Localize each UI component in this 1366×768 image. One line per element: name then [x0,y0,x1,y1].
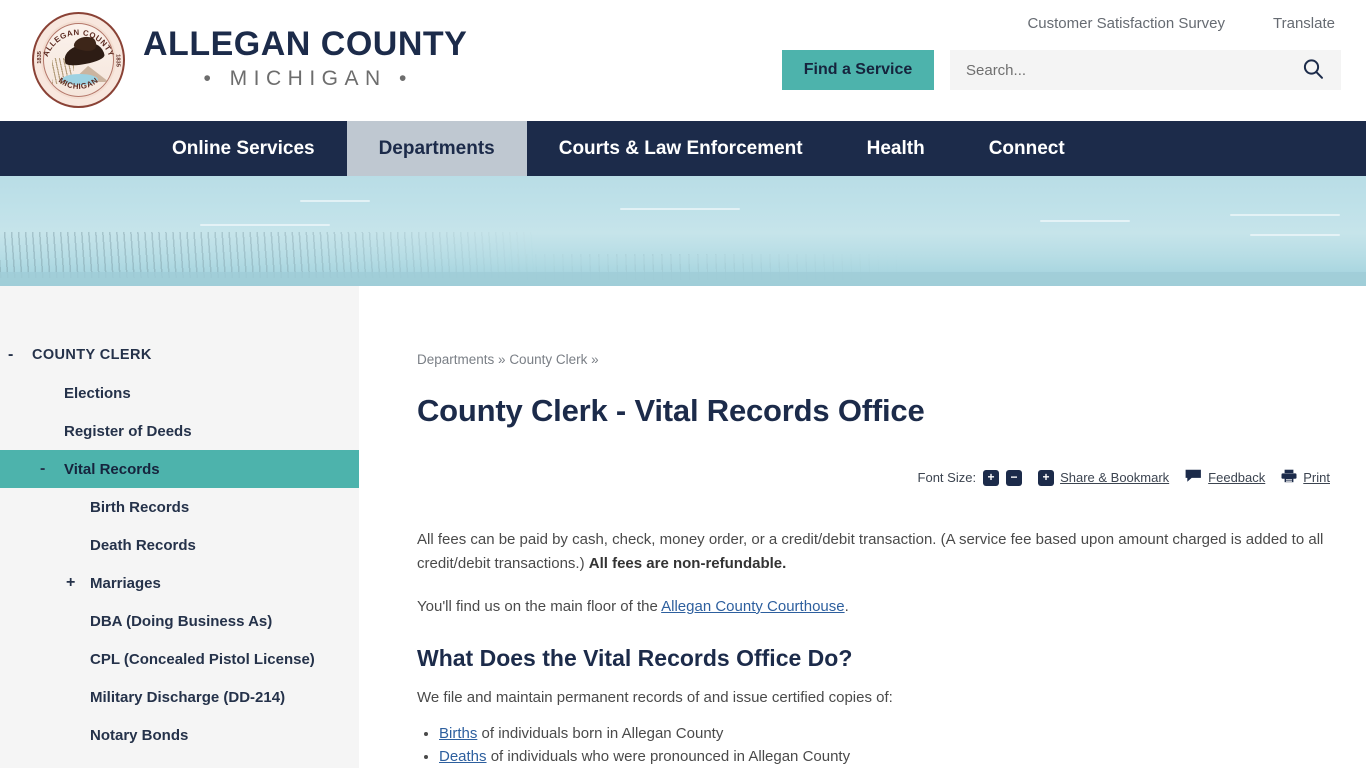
sidebar-item-marriages[interactable]: + Marriages [0,564,359,602]
header-right-cluster: Customer Satisfaction Survey Translate F… [766,0,1366,90]
collapse-toggle-icon[interactable]: - [40,460,64,478]
share-and-bookmark-button[interactable]: + Share & Bookmark [1038,469,1170,486]
section-intro-paragraph: We file and maintain permanent records o… [417,689,893,707]
records-list: Births of individuals born in Allegan Co… [439,723,1330,768]
section-heading-what-does-office-do: What Does the Vital Records Office Do? [417,645,853,672]
search-box[interactable] [950,50,1341,90]
font-size-label: Font Size: [917,470,977,485]
main-navigation: Online Services Departments Courts & Law… [0,121,1366,176]
list-item: Deaths of individuals who were pronounce… [439,746,1330,768]
share-and-bookmark-label: Share & Bookmark [1060,470,1170,485]
sidebar-item-label: Notary Bonds [90,726,189,744]
nav-item-departments[interactable]: Departments [346,121,527,176]
sidebar-item-register-of-deeds[interactable]: Register of Deeds [0,412,359,450]
feedback-button[interactable]: Feedback [1185,469,1265,486]
allegan-county-courthouse-link[interactable]: Allegan County Courthouse [661,598,844,615]
sidebar-item-label: CPL (Concealed Pistol License) [90,650,315,668]
breadcrumb-separator-1: » [494,352,510,367]
brand-lockup[interactable]: ALLEGAN COUNTY MICHIGAN 1835 1835 ALLEGA… [0,0,467,108]
sidebar-item-vital-records[interactable]: - Vital Records [0,450,359,488]
main-content: Departments » County Clerk » County Cler… [359,286,1366,768]
hero-banner-image [0,176,1366,286]
deaths-link[interactable]: Deaths [439,748,487,765]
brand-subtitle: • MICHIGAN • [203,66,413,90]
nav-item-online-services[interactable]: Online Services [140,121,347,176]
sidebar-item-county-clerk[interactable]: - COUNTY CLERK [0,336,359,374]
nav-item-health[interactable]: Health [835,121,957,176]
printer-icon [1281,469,1297,486]
location-text-after: . [844,597,849,615]
sidebar-item-label: Marriages [90,574,161,592]
sidebar-item-elections[interactable]: Elections [0,374,359,412]
feedback-label: Feedback [1208,470,1266,485]
brand-text: ALLEGAN COUNTY • MICHIGAN • [143,25,467,94]
font-size-increase-button[interactable]: + [983,469,1000,486]
sidebar-item-death-records[interactable]: Death Records [0,526,359,564]
sidebar-item-label: Death Records [90,536,196,554]
sidebar-item-military-discharge[interactable]: Military Discharge (DD-214) [0,678,359,716]
breadcrumb: Departments » County Clerk » [417,352,1330,367]
expand-toggle-icon[interactable]: + [66,574,90,592]
sidebar-item-label: Birth Records [90,498,190,516]
breadcrumb-county-clerk[interactable]: County Clerk [509,352,587,367]
font-size-control: Font Size: + − [917,469,1023,486]
customer-satisfaction-survey-link[interactable]: Customer Satisfaction Survey [1027,15,1225,32]
sidebar-item-label: Elections [64,384,131,402]
county-seal-logo: ALLEGAN COUNTY MICHIGAN 1835 1835 [32,12,125,108]
breadcrumb-departments[interactable]: Departments [417,352,494,367]
collapse-toggle-icon[interactable]: - [8,346,32,364]
brand-title: ALLEGAN COUNTY [143,25,468,64]
page-title: County Clerk - Vital Records Office [417,393,925,428]
list-item-text: of individuals who were pronounced in Al… [486,747,851,765]
sidebar-item-label: Vital Records [64,460,160,478]
font-size-decrease-button[interactable]: − [1006,469,1023,486]
nav-item-courts-law-enforcement[interactable]: Courts & Law Enforcement [527,121,835,176]
plus-icon: + [1038,469,1055,486]
fees-paragraph: All fees can be paid by cash, check, mon… [417,528,1330,577]
sidebar-item-notary-bonds[interactable]: Notary Bonds [0,716,359,754]
print-label: Print [1303,470,1330,485]
fees-text: All fees can be paid by cash, check, mon… [417,531,1324,573]
breadcrumb-separator-2: » [587,352,599,367]
list-item: Births of individuals born in Allegan Co… [439,723,1330,745]
search-row: Find a Service [766,50,1341,90]
search-input[interactable] [966,61,1299,79]
utility-links: Customer Satisfaction Survey Translate [766,0,1341,32]
print-button[interactable]: Print [1281,469,1330,486]
location-text-before: You'll find us on the main floor of the [417,597,662,615]
seal-year-right: 1835 [114,54,120,68]
sidebar-item-label: COUNTY CLERK [32,347,152,363]
sidebar-item-label: Register of Deeds [64,422,192,440]
sidebar-item-birth-records[interactable]: Birth Records [0,488,359,526]
page-body: - COUNTY CLERK Elections Register of Dee… [0,286,1366,768]
translate-link[interactable]: Translate [1273,15,1335,32]
banner-shoreline [0,272,1366,286]
page-tools-toolbar: Font Size: + − + Share & Bookmark Feedba… [417,469,1330,486]
sidebar-item-cpl[interactable]: CPL (Concealed Pistol License) [0,640,359,678]
nav-item-connect[interactable]: Connect [957,121,1097,176]
site-header: ALLEGAN COUNTY MICHIGAN 1835 1835 ALLEGA… [0,0,1366,121]
search-submit-button[interactable] [1299,57,1327,84]
section-sidebar-navigation: - COUNTY CLERK Elections Register of Dee… [0,286,359,768]
list-item-text: of individuals born in Allegan County [477,724,724,742]
sidebar-item-label: DBA (Doing Business As) [90,612,273,630]
speech-bubble-icon [1185,469,1202,486]
location-paragraph: You'll find us on the main floor of the … [417,595,1330,619]
sidebar-item-dba[interactable]: DBA (Doing Business As) [0,602,359,640]
sidebar-item-label: Military Discharge (DD-214) [90,688,286,706]
search-icon [1301,57,1325,84]
births-link[interactable]: Births [439,725,477,742]
fees-bold-note: All fees are non-refundable. [588,555,787,573]
find-a-service-button[interactable]: Find a Service [782,50,934,90]
